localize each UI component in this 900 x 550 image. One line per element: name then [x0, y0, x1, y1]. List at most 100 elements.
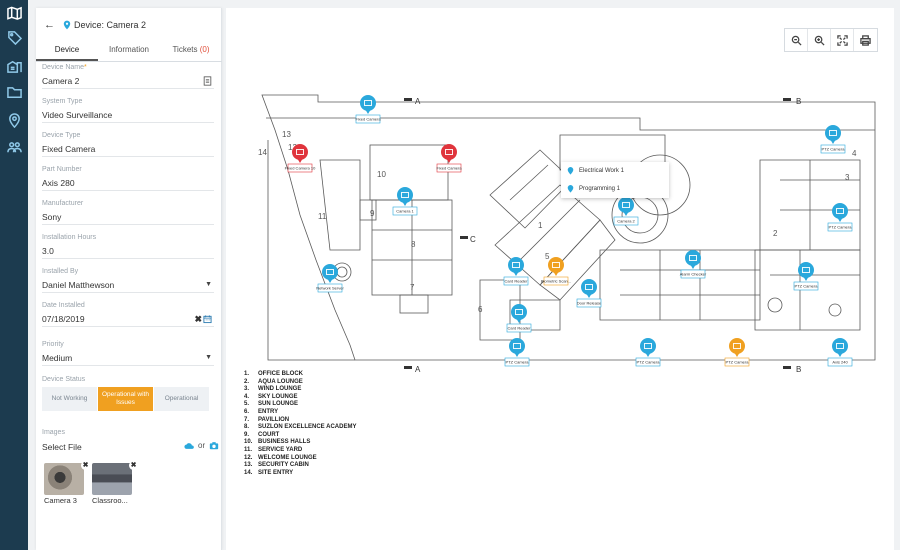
room-number: 3: [845, 173, 850, 182]
buildings-icon[interactable]: [5, 56, 23, 74]
device-marker-tip: [327, 278, 333, 283]
tab-tickets[interactable]: Tickets (0): [160, 38, 222, 61]
device-marker-pin[interactable]: [509, 338, 525, 354]
date-installed-value[interactable]: 07/18/2019: [42, 314, 85, 324]
tickets-count-badge: (0): [199, 45, 210, 54]
images-label: Images: [42, 429, 65, 436]
device-label: Card Reader: [508, 326, 532, 331]
calendar-icon[interactable]: [203, 314, 212, 324]
camera-icon[interactable]: [209, 441, 219, 450]
device-marker[interactable]: Fixed Camera: [436, 144, 462, 173]
device-marker-pin[interactable]: [360, 95, 376, 111]
legend-text: WIND LOUNGE: [258, 386, 302, 393]
device-marker-pin[interactable]: [397, 187, 413, 203]
device-marker[interactable]: Alarm Checker: [680, 250, 707, 279]
device-marker-pin[interactable]: [618, 197, 634, 213]
device-marker-tip: [803, 276, 809, 281]
barcode-icon[interactable]: [203, 76, 212, 86]
device-marker-pin[interactable]: [441, 144, 457, 160]
status-not-working[interactable]: Not Working: [42, 387, 97, 411]
device-label: PTZ Camera: [829, 225, 853, 230]
part-number-field[interactable]: Part Number Axis 280: [42, 166, 214, 191]
part-number-value[interactable]: Axis 280: [42, 176, 214, 190]
map-icon[interactable]: [5, 4, 23, 22]
device-marker-pin[interactable]: [685, 250, 701, 266]
remove-icon[interactable]: ✖: [81, 461, 90, 470]
users-icon[interactable]: [5, 138, 23, 156]
device-label: Door Release: [577, 301, 602, 306]
priority-value[interactable]: Medium: [42, 353, 72, 363]
device-marker[interactable]: Axis 240: [827, 338, 853, 367]
popup-item[interactable]: Electrical Work 1: [561, 162, 669, 180]
device-name-value[interactable]: Camera 2: [42, 76, 79, 86]
folder-icon[interactable]: [5, 83, 23, 101]
legend-item: 6. ENTRY: [244, 409, 356, 417]
device-marker[interactable]: Door Release: [576, 279, 602, 308]
device-marker[interactable]: Camera 1: [392, 187, 418, 216]
device-marker[interactable]: Network Server: [316, 264, 344, 293]
device-marker-pin[interactable]: [322, 264, 338, 280]
date-installed-field[interactable]: Date Installed 07/18/2019 ✖: [42, 302, 214, 327]
device-marker[interactable]: PTZ Camera: [793, 262, 819, 291]
status-operational[interactable]: Operational: [154, 387, 209, 411]
device-marker[interactable]: PTZ Camera: [635, 338, 661, 367]
thumbnail-caption: Classroo...: [92, 496, 128, 505]
back-arrow-icon[interactable]: ←: [44, 19, 55, 31]
device-marker-pin[interactable]: [511, 304, 527, 320]
device-marker[interactable]: PTZ Camera: [724, 338, 750, 367]
cloud-upload-icon[interactable]: [184, 441, 194, 450]
select-file-link[interactable]: Select File: [42, 442, 82, 452]
device-marker[interactable]: Card Reader: [506, 304, 532, 333]
device-marker-pin[interactable]: [548, 257, 564, 273]
tab-device[interactable]: Device: [36, 38, 98, 61]
device-popup: Electrical Work 1 Programming 1: [561, 162, 669, 198]
section-mark: A: [415, 365, 421, 374]
legend-number: 5.: [244, 401, 250, 408]
device-marker-pin[interactable]: [640, 338, 656, 354]
field-label: Priority: [42, 341, 64, 348]
tag-icon[interactable]: [5, 28, 23, 46]
status-operational-with-issues[interactable]: Operational with Issues: [98, 387, 153, 411]
popup-item-label: Programming 1: [579, 186, 621, 192]
device-marker[interactable]: PTZ Camera: [827, 203, 853, 232]
installed-by-value[interactable]: Daniel Matthewson: [42, 280, 114, 290]
popup-item[interactable]: Programming 1: [561, 180, 669, 198]
manufacturer-field[interactable]: Manufacturer Sony: [42, 200, 214, 225]
installation-hours-field[interactable]: Installation Hours 3.0: [42, 234, 214, 259]
legend-text: OFFICE BLOCK: [258, 371, 303, 377]
device-marker-pin[interactable]: [832, 338, 848, 354]
required-marker: *: [84, 64, 87, 71]
remove-icon[interactable]: ✖: [129, 461, 138, 470]
device-name-field[interactable]: Device Name* Camera 2: [42, 64, 214, 89]
nav-rail: [0, 0, 28, 550]
device-marker-pin[interactable]: [832, 203, 848, 219]
image-thumbnail[interactable]: Camera 3 ✖: [44, 461, 90, 505]
device-marker[interactable]: Fixed Camera: [355, 95, 381, 124]
location-pin-icon[interactable]: [5, 111, 23, 129]
image-thumbnail[interactable]: Classroo... ✖: [92, 461, 138, 505]
device-marker-pin[interactable]: [292, 144, 308, 160]
priority-select[interactable]: Priority Medium ▼: [42, 341, 214, 366]
manufacturer-value[interactable]: Sony: [42, 210, 214, 224]
device-marker-tip: [623, 211, 629, 216]
device-marker-pin[interactable]: [798, 262, 814, 278]
location-pin-icon: [567, 167, 574, 175]
device-marker-pin[interactable]: [825, 125, 841, 141]
device-label: PTZ Camera: [726, 360, 750, 365]
clear-icon[interactable]: ✖: [194, 312, 202, 326]
installed-by-select[interactable]: Installed By Daniel Matthewson ▼: [42, 268, 214, 293]
chevron-down-icon[interactable]: ▼: [205, 278, 212, 292]
device-marker-pin[interactable]: [729, 338, 745, 354]
device-marker-pin[interactable]: [508, 257, 524, 273]
installation-hours-value[interactable]: 3.0: [42, 244, 214, 258]
device-marker-pin[interactable]: [581, 279, 597, 295]
device-marker[interactable]: PTZ Camera: [820, 125, 846, 154]
thumbnail-image[interactable]: [44, 463, 84, 495]
device-marker[interactable]: PTZ Camera: [504, 338, 530, 367]
tab-information[interactable]: Information: [98, 38, 160, 61]
legend-number: 1.: [244, 371, 250, 377]
device-marker[interactable]: Biometric Scan...: [541, 257, 571, 286]
thumbnail-image[interactable]: [92, 463, 132, 495]
system-type-value: Video Surveillance: [42, 110, 113, 120]
chevron-down-icon[interactable]: ▼: [205, 351, 212, 365]
